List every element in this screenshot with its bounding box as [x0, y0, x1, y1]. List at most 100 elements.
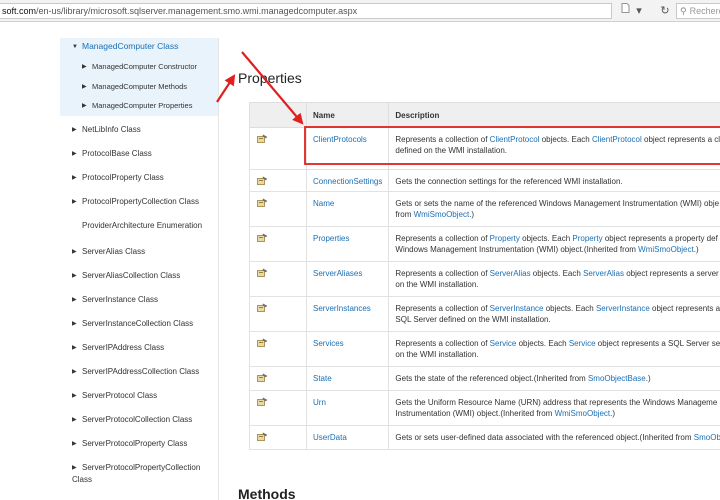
description-type-link[interactable]: WmiSmoObject: [555, 409, 611, 418]
table-row: ServerInstances Represents a collection o…: [249, 296, 720, 332]
property-name-link[interactable]: ServerAliases: [305, 261, 390, 297]
description-type-link[interactable]: ClientProtocol: [592, 135, 642, 144]
property-description: Gets the state of the referenced object.…: [388, 366, 720, 391]
sidebar-item[interactable]: ▶ ServerProtocol Class: [72, 391, 157, 400]
property-name-link[interactable]: UserData: [305, 425, 390, 450]
search-input[interactable]: ⚲ Recherc: [676, 3, 720, 19]
description-text: objects. Each: [543, 304, 596, 313]
sidebar-item[interactable]: ▶ ServerAlias Class: [72, 247, 145, 256]
description-type-link[interactable]: SmoOb: [694, 433, 720, 442]
reload-dropdown-icon[interactable]: ▾: [634, 3, 644, 19]
description-type-link[interactable]: SmoObjectBase: [588, 374, 646, 383]
description-text: Gets or sets the name of the referenced …: [395, 199, 720, 208]
sidebar-item[interactable]: ▶ NetLibInfo Class: [72, 125, 141, 134]
sidebar-item[interactable]: ▶ ServerIPAddress Class: [72, 343, 164, 352]
description-type-link[interactable]: WmiSmoObject: [638, 245, 694, 254]
sidebar-subitem-methods[interactable]: ▶ ManagedComputer Methods: [82, 82, 187, 91]
description-text: objects. Each: [519, 234, 573, 243]
property-name-link[interactable]: Name: [305, 191, 390, 227]
description-text: Represents a collection of: [395, 304, 490, 313]
sidebar-item[interactable]: ▶ ProtocolProperty Class: [72, 173, 164, 182]
description-text: Represents a collection of: [395, 135, 490, 144]
property-icon-cell: [249, 425, 307, 450]
property-description: Gets the Uniform Resource Name (URN) add…: [388, 390, 720, 426]
description-text: .): [693, 245, 699, 254]
description-text: object represents a cli: [641, 135, 720, 144]
bullet-triangle-icon: ▶: [72, 321, 77, 327]
sidebar-subitem-constructor[interactable]: ▶ ManagedComputer Constructor: [82, 62, 197, 71]
bullet-triangle-icon: ▶: [72, 151, 77, 157]
property-name-link[interactable]: Urn: [305, 390, 390, 426]
bullet-triangle-icon: ▶: [72, 465, 77, 471]
description-text: object represents a server a: [623, 269, 720, 278]
description-type-link[interactable]: ClientProtocol: [490, 135, 540, 144]
browser-address-bar: soft.com/en-us/library/microsoft.sqlserv…: [0, 0, 720, 22]
property-icon: [257, 233, 268, 242]
description-type-link[interactable]: Property: [572, 234, 602, 243]
property-description: Represents a collection of Property obje…: [388, 226, 720, 262]
bullet-triangle-icon: ▶: [82, 84, 87, 90]
reload-icon[interactable]: ↻: [658, 3, 672, 19]
description-type-link[interactable]: ServerAlias: [583, 269, 624, 278]
bullet-triangle-icon: ▶: [72, 199, 77, 205]
search-icon: ⚲: [680, 6, 687, 16]
bullet-triangle-icon: ▶: [72, 273, 77, 279]
properties-table: Name Description ClientProtocols Represen…: [249, 102, 720, 450]
property-icon: [257, 176, 268, 185]
property-name-link[interactable]: Services: [305, 331, 390, 367]
bullet-triangle-icon: ▶: [72, 369, 77, 375]
description-text: from: [395, 210, 414, 219]
sidebar-item[interactable]: ▶ ServerProtocolProperty Class: [72, 439, 187, 448]
sidebar-item[interactable]: ▶ ProtocolPropertyCollection Class: [72, 197, 199, 206]
url-field[interactable]: soft.com/en-us/library/microsoft.sqlserv…: [0, 3, 612, 19]
bullet-triangle-icon: ▶: [72, 249, 77, 255]
description-type-link[interactable]: ServerAlias: [490, 269, 531, 278]
bullet-triangle-icon: ▶: [72, 127, 77, 133]
description-text: defined on the WMI installation.: [395, 146, 508, 155]
sidebar-item[interactable]: ▶ ServerProtocolCollection Class: [72, 415, 192, 424]
sidebar-item[interactable]: ProviderArchitecture Enumeration: [72, 221, 202, 230]
property-name-link[interactable]: ClientProtocols: [305, 127, 390, 170]
description-type-link[interactable]: ServerInstance: [596, 304, 650, 313]
description-text: objects. Each: [516, 339, 569, 348]
sidebar-subitem-properties[interactable]: ▶ ManagedComputer Properties: [82, 101, 192, 110]
table-row: Services Represents a collection of Servi…: [249, 331, 720, 367]
description-text: Gets the connection settings for the ref…: [395, 177, 623, 186]
property-icon: [257, 134, 268, 143]
property-name-link[interactable]: ServerInstances: [305, 296, 390, 332]
description-text: objects. Each: [539, 135, 592, 144]
description-type-link[interactable]: Property: [490, 234, 520, 243]
sidebar-item[interactable]: ▶ ServerProtocolPropertyCollection Class: [72, 462, 212, 486]
property-name-link[interactable]: State: [305, 366, 390, 391]
property-icon-cell: [249, 390, 307, 426]
bullet-triangle-icon: ▶: [72, 345, 77, 351]
bullet-triangle-icon: ▶: [82, 64, 87, 70]
sidebar-item[interactable]: ▶ ServerAliasCollection Class: [72, 271, 180, 280]
document-icon[interactable]: [618, 3, 632, 19]
annotation-arrow: [216, 74, 236, 103]
description-type-link[interactable]: Service: [569, 339, 596, 348]
property-icon-cell: [249, 261, 307, 297]
description-type-link[interactable]: ServerInstance: [490, 304, 544, 313]
sidebar-item[interactable]: ▶ ServerInstance Class: [72, 295, 158, 304]
property-name-link[interactable]: ConnectionSettings: [305, 169, 390, 192]
description-text: object represents a SQL Server serv: [595, 339, 720, 348]
property-icon-cell: [249, 191, 307, 227]
property-icon: [257, 397, 268, 406]
property-name-link[interactable]: Properties: [305, 226, 390, 262]
description-text: Represents a collection of: [395, 234, 490, 243]
description-type-link[interactable]: WmiSmoObject: [414, 210, 470, 219]
sidebar-item[interactable]: ▶ ServerIPAddressCollection Class: [72, 367, 199, 376]
description-type-link[interactable]: Service: [490, 339, 517, 348]
sidebar-item[interactable]: ▶ ProtocolBase Class: [72, 149, 152, 158]
sidebar-item[interactable]: ▶ ServerInstanceCollection Class: [72, 319, 193, 328]
table-row: ServerAliases Represents a collection of …: [249, 261, 720, 297]
bullet-triangle-icon: ▶: [72, 175, 77, 181]
description-text: Gets or sets user-defined data associate…: [395, 433, 694, 442]
properties-heading: Properties: [238, 70, 302, 86]
column-header-name: Name: [305, 102, 390, 128]
table-row: UserData Gets or sets user-defined data a…: [249, 425, 720, 450]
table-row: ConnectionSettings Gets the connection se…: [249, 169, 720, 192]
sidebar-item-managedcomputer-class[interactable]: ▼ ManagedComputer Class: [72, 41, 178, 51]
property-description: Represents a collection of Service objec…: [388, 331, 720, 367]
